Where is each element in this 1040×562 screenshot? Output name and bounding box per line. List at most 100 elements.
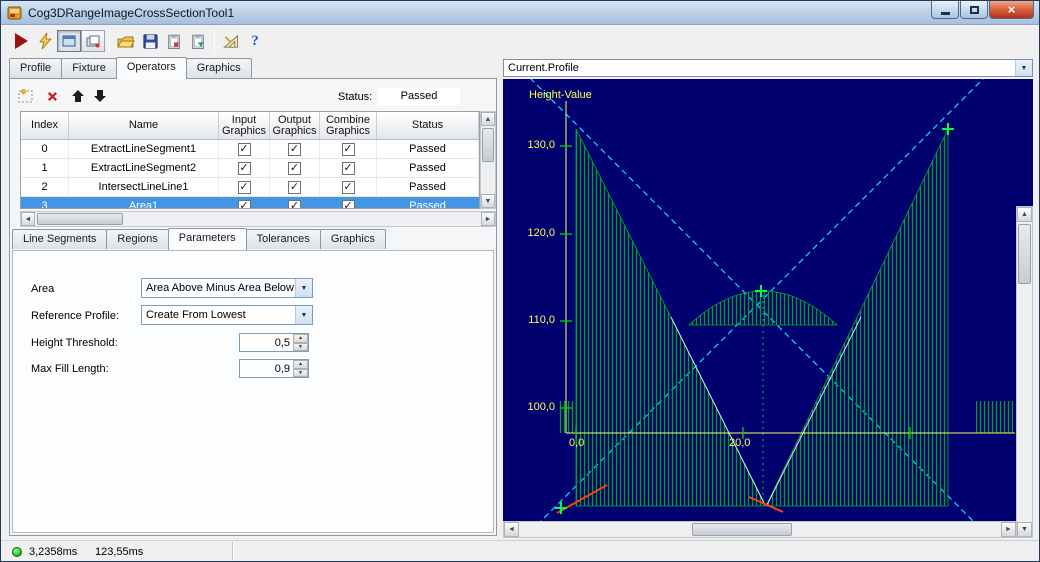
open-button[interactable] xyxy=(114,29,138,53)
profile-source-select[interactable]: Current.Profile ▼ xyxy=(503,59,1033,77)
column-combine-graphics[interactable]: Combine Graphics xyxy=(320,112,377,139)
output-graphics-checkbox[interactable]: ✓ xyxy=(288,142,301,156)
move-down-button[interactable] xyxy=(90,86,110,106)
reference-profile-value: Create From Lowest xyxy=(146,309,246,321)
profile-chart[interactable]: Height-Value 130,0 120,0 110,0 100,0 0,0… xyxy=(503,79,1033,521)
new-window-button[interactable] xyxy=(81,30,105,52)
toolbar-separator xyxy=(214,31,215,51)
tab-graphics[interactable]: Graphics xyxy=(185,58,252,78)
reference-profile-select[interactable]: Create From Lowest ▼ xyxy=(141,305,313,325)
cell-status: Passed xyxy=(377,197,479,208)
combine-graphics-checkbox[interactable]: ✓ xyxy=(341,142,355,156)
max-fill-length-value: 0,9 xyxy=(274,363,290,375)
scroll-down-button[interactable]: ▼ xyxy=(481,194,495,208)
combine-graphics-checkbox[interactable]: ✓ xyxy=(341,161,355,175)
max-fill-length-input[interactable]: 0,9 ▲ ▼ xyxy=(239,359,309,378)
add-operator-button[interactable] xyxy=(16,86,36,106)
output-graphics-checkbox[interactable]: ✓ xyxy=(288,199,301,208)
scroll-right-button[interactable]: ► xyxy=(1001,522,1016,537)
cell-index: 0 xyxy=(21,140,69,158)
tab-line-segments[interactable]: Line Segments xyxy=(12,229,108,249)
tab-fixture[interactable]: Fixture xyxy=(61,58,117,78)
floppy-disk-icon xyxy=(142,33,158,49)
profile-source-value: Current.Profile xyxy=(508,62,579,74)
tab-profile[interactable]: Profile xyxy=(9,58,63,78)
output-graphics-checkbox[interactable]: ✓ xyxy=(288,161,301,175)
paste-button[interactable] xyxy=(186,29,210,53)
cell-name: IntersectLineLine1 xyxy=(69,178,219,196)
spin-up-button[interactable]: ▲ xyxy=(293,360,308,369)
delete-operator-button[interactable] xyxy=(42,86,62,106)
area-label: Area xyxy=(31,283,55,295)
input-graphics-checkbox[interactable]: ✓ xyxy=(237,142,251,156)
live-run-button[interactable] xyxy=(33,29,57,53)
cell-index: 1 xyxy=(21,159,69,177)
measure-tools-button[interactable] xyxy=(219,29,243,53)
input-graphics-checkbox[interactable]: ✓ xyxy=(237,180,251,194)
minimize-button[interactable] xyxy=(931,1,959,19)
table-vertical-scrollbar[interactable]: ▲ ▼ xyxy=(480,111,496,209)
column-index[interactable]: Index xyxy=(21,112,69,139)
close-button[interactable]: × xyxy=(989,1,1034,19)
x-tick-label: 20,0 xyxy=(729,437,751,449)
cell-index: 2 xyxy=(21,178,69,196)
combine-graphics-checkbox[interactable]: ✓ xyxy=(341,199,355,208)
close-icon: × xyxy=(1007,2,1016,17)
input-graphics-checkbox[interactable]: ✓ xyxy=(237,161,251,175)
tab-parameters[interactable]: Parameters xyxy=(167,228,247,250)
scroll-left-button[interactable]: ◄ xyxy=(504,522,519,537)
lightning-icon xyxy=(39,32,52,50)
table-row[interactable]: 1 ExtractLineSegment2 ✓ ✓ ✓ Passed xyxy=(21,159,479,178)
scroll-left-button[interactable]: ◄ xyxy=(21,212,35,226)
scroll-thumb[interactable] xyxy=(1018,224,1031,284)
scroll-down-button[interactable]: ▼ xyxy=(1017,522,1032,537)
help-button[interactable]: ? xyxy=(243,29,267,53)
height-threshold-input[interactable]: 0,5 ▲ ▼ xyxy=(239,333,309,352)
main-tab-strip: Profile Fixture Operators Graphics xyxy=(9,57,252,79)
combine-graphics-checkbox[interactable]: ✓ xyxy=(341,180,355,194)
delete-x-icon xyxy=(47,91,57,101)
toggle-display-button[interactable] xyxy=(57,30,81,52)
tab-regions[interactable]: Regions xyxy=(106,229,169,249)
scroll-thumb[interactable] xyxy=(37,213,123,225)
arrow-up-icon xyxy=(72,90,84,102)
tab-tolerances[interactable]: Tolerances xyxy=(245,229,321,249)
move-up-button[interactable] xyxy=(68,86,88,106)
table-row[interactable]: 0 ExtractLineSegment1 ✓ ✓ ✓ Passed xyxy=(21,140,479,159)
chevron-down-icon[interactable]: ▼ xyxy=(295,279,312,297)
title-bar[interactable]: Cog3DRangeImageCrossSectionTool1 × xyxy=(1,1,1039,25)
table-horizontal-scrollbar[interactable]: ◄ ► xyxy=(20,211,496,227)
save-button[interactable] xyxy=(138,29,162,53)
scroll-up-button[interactable]: ▲ xyxy=(1017,207,1032,222)
scroll-thumb[interactable] xyxy=(692,523,792,536)
column-status[interactable]: Status xyxy=(377,112,479,139)
chevron-down-icon[interactable]: ▼ xyxy=(1015,60,1032,76)
tab-operators[interactable]: Operators xyxy=(115,57,187,79)
chart-vertical-scrollbar[interactable]: ▲ ▼ xyxy=(1016,206,1033,538)
scroll-up-button[interactable]: ▲ xyxy=(481,112,495,126)
tab-graphics-sub[interactable]: Graphics xyxy=(319,229,386,249)
column-name[interactable]: Name xyxy=(69,112,219,139)
column-output-graphics[interactable]: Output Graphics xyxy=(270,112,320,139)
window-title: Cog3DRangeImageCrossSectionTool1 xyxy=(28,5,235,20)
cell-name: ExtractLineSegment2 xyxy=(69,159,219,177)
area-select[interactable]: Area Above Minus Area Below ▼ xyxy=(141,278,313,298)
copy-results-button[interactable] xyxy=(162,29,186,53)
chevron-down-icon[interactable]: ▼ xyxy=(295,306,312,324)
spin-down-button[interactable]: ▼ xyxy=(293,368,308,377)
column-input-graphics[interactable]: Input Graphics xyxy=(219,112,270,139)
app-window: Cog3DRangeImageCrossSectionTool1 × ? Pro… xyxy=(0,0,1040,562)
spin-down-button[interactable]: ▼ xyxy=(293,342,308,351)
height-threshold-value: 0,5 xyxy=(274,337,290,349)
maximize-button[interactable] xyxy=(960,1,988,19)
input-graphics-checkbox[interactable]: ✓ xyxy=(237,199,251,208)
run-button[interactable] xyxy=(9,29,33,53)
table-row-selected[interactable]: 3 Area1 ✓ ✓ ✓ Passed xyxy=(21,197,479,208)
spin-up-button[interactable]: ▲ xyxy=(293,334,308,343)
scroll-right-button[interactable]: ► xyxy=(481,212,495,226)
table-row[interactable]: 2 IntersectLineLine1 ✓ ✓ ✓ Passed xyxy=(21,178,479,197)
chart-horizontal-scrollbar[interactable]: ◄ ► xyxy=(503,521,1017,538)
scroll-thumb[interactable] xyxy=(482,128,494,162)
height-threshold-label: Height Threshold: xyxy=(31,337,118,349)
output-graphics-checkbox[interactable]: ✓ xyxy=(288,180,301,194)
